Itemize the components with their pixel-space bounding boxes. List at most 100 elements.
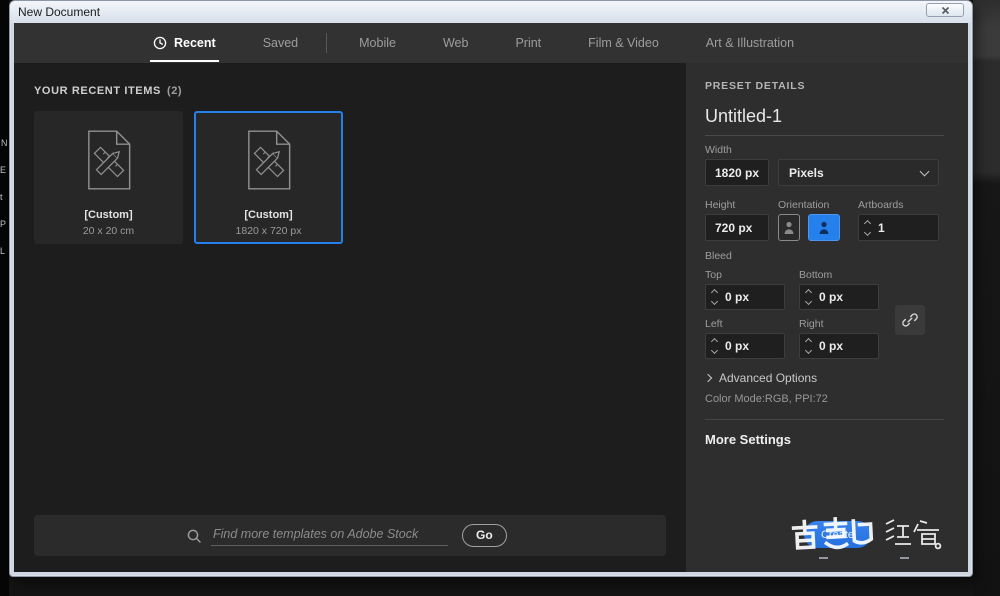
bleed-top-stepper[interactable] <box>712 290 717 304</box>
preset-details-heading: PRESET DETAILS <box>705 80 805 92</box>
chevron-up-icon <box>805 289 812 296</box>
recent-item-card[interactable]: [Custom] 20 x 20 cm <box>34 111 183 244</box>
watermark-dash <box>900 557 909 559</box>
close-icon <box>941 6 950 15</box>
bleed-right-label: Right <box>799 318 824 330</box>
artboards-stepper[interactable] <box>865 221 870 235</box>
artboards-value: 1 <box>878 221 885 235</box>
preset-details-panel: PRESET DETAILS Untitled-1 Width 1820 px … <box>686 63 968 572</box>
units-value: Pixels <box>789 166 824 180</box>
chevron-down-icon <box>864 228 871 235</box>
orientation-portrait-button[interactable] <box>778 214 800 241</box>
tab-label: Art & Illustration <box>706 36 794 50</box>
dialog-content: Recent Saved Mobile Web Print Film & Vid… <box>14 23 968 572</box>
chevron-down-icon <box>805 298 812 305</box>
bleed-right-stepper[interactable] <box>806 339 811 353</box>
tab-mobile[interactable]: Mobile <box>359 36 396 50</box>
magnifier-icon <box>186 528 202 544</box>
bleed-top-field[interactable]: 0 px <box>705 284 785 310</box>
height-value: 720 px <box>715 221 752 235</box>
more-settings-button[interactable]: More Settings <box>705 432 791 447</box>
background-app-edge: N E t P L <box>0 0 9 596</box>
orientation-label: Orientation <box>778 199 829 211</box>
height-field[interactable]: 720 px <box>705 214 769 241</box>
tab-print[interactable]: Print <box>515 36 541 50</box>
recent-item-name: [Custom] <box>36 209 181 221</box>
chevron-down-icon <box>711 298 718 305</box>
units-dropdown[interactable]: Pixels <box>778 159 939 186</box>
tab-art-illustration[interactable]: Art & Illustration <box>706 36 794 50</box>
tab-film-video[interactable]: Film & Video <box>588 36 659 50</box>
recent-items-area: YOUR RECENT ITEMS (2) <box>14 63 686 572</box>
tab-separator <box>326 33 327 53</box>
tab-label: Print <box>515 36 541 50</box>
stock-search-input[interactable] <box>211 525 448 546</box>
create-button[interactable]: Create <box>804 521 871 548</box>
name-divider <box>705 135 944 136</box>
adobe-stock-searchbar: Go <box>34 515 666 556</box>
advanced-options-label: Advanced Options <box>719 371 817 385</box>
bleed-right-field[interactable]: 0 px <box>799 333 879 359</box>
document-name-input[interactable]: Untitled-1 <box>705 106 782 127</box>
document-template-icon <box>245 128 293 192</box>
advanced-options-toggle[interactable]: Advanced Options <box>705 371 817 385</box>
recent-item-dimensions: 20 x 20 cm <box>36 225 181 237</box>
document-template-icon <box>85 128 133 192</box>
tab-label: Film & Video <box>588 36 659 50</box>
bleed-label: Bleed <box>705 250 732 262</box>
go-button[interactable]: Go <box>462 524 507 547</box>
bleed-bottom-stepper[interactable] <box>806 290 811 304</box>
width-label: Width <box>705 144 732 156</box>
bleed-link-button[interactable] <box>895 305 925 335</box>
height-label: Height <box>705 199 735 211</box>
recent-items-list: [Custom] 20 x 20 cm <box>34 111 343 244</box>
width-value: 1820 px <box>715 166 759 180</box>
bleed-left-value: 0 px <box>725 339 749 353</box>
bleed-right-value: 0 px <box>819 339 843 353</box>
tab-label: Recent <box>174 36 216 50</box>
bleed-bottom-label: Bottom <box>799 269 832 281</box>
tab-web[interactable]: Web <box>443 36 468 50</box>
chevron-down-icon <box>920 166 930 176</box>
tab-saved[interactable]: Saved <box>263 36 298 50</box>
artboards-field[interactable]: 1 <box>858 214 939 241</box>
tab-label: Saved <box>263 36 298 50</box>
recent-item-dimensions: 1820 x 720 px <box>196 225 341 237</box>
chevron-up-icon <box>711 289 718 296</box>
bleed-left-label: Left <box>705 318 723 330</box>
landscape-icon <box>818 220 830 236</box>
tab-label: Web <box>443 36 468 50</box>
bleed-top-label: Top <box>705 269 722 281</box>
chevron-down-icon <box>711 347 718 354</box>
recent-item-card-selected[interactable]: [Custom] 1820 x 720 px <box>194 111 343 244</box>
background-app-right <box>973 0 1000 596</box>
bleed-left-stepper[interactable] <box>712 339 717 353</box>
chevron-up-icon <box>864 219 871 226</box>
width-field[interactable]: 1820 px <box>705 159 769 186</box>
artboards-label: Artboards <box>858 199 904 211</box>
bleed-top-value: 0 px <box>725 290 749 304</box>
portrait-icon <box>783 220 795 236</box>
tab-recent[interactable]: Recent <box>153 36 216 50</box>
tab-label: Mobile <box>359 36 396 50</box>
recent-item-name: [Custom] <box>196 209 341 221</box>
dialog-titlebar: New Document <box>10 1 972 23</box>
recent-items-count: (2) <box>167 85 182 97</box>
bleed-bottom-field[interactable]: 0 px <box>799 284 879 310</box>
screen: N E t P L New Document Recent <box>0 0 1000 596</box>
dialog-body: YOUR RECENT ITEMS (2) <box>14 63 968 572</box>
category-tabbar: Recent Saved Mobile Web Print Film & Vid… <box>14 23 968 63</box>
color-mode-summary: Color Mode:RGB, PPI:72 <box>705 393 828 405</box>
new-document-dialog: New Document Recent Saved <box>9 0 973 577</box>
link-icon <box>902 312 918 328</box>
recent-items-heading: YOUR RECENT ITEMS (2) <box>34 85 182 97</box>
chevron-up-icon <box>711 338 718 345</box>
chevron-down-icon <box>805 347 812 354</box>
watermark-dash <box>819 557 828 559</box>
close-button[interactable] <box>926 3 964 17</box>
bleed-left-field[interactable]: 0 px <box>705 333 785 359</box>
orientation-landscape-button[interactable] <box>808 214 840 241</box>
clock-icon <box>153 36 167 50</box>
jingyan-watermark <box>882 515 944 553</box>
recent-items-heading-text: YOUR RECENT ITEMS <box>34 85 161 97</box>
